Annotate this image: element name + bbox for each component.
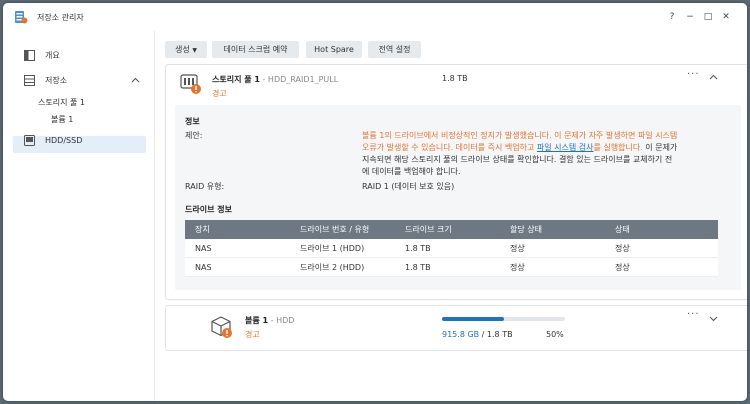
storage-manager-app-icon xyxy=(15,11,28,24)
table-row[interactable]: NAS 드라이브 1 (HDD) 1.8 TB 정상 정상 xyxy=(185,239,718,258)
suggestion-line-2b: 를 실행합니다. xyxy=(593,143,643,152)
window-title: 저장소 관리자 xyxy=(37,13,84,22)
volume-usage-bar xyxy=(442,317,565,321)
overview-icon xyxy=(24,50,35,61)
help-icon[interactable]: ? xyxy=(666,11,678,23)
name-separator: - xyxy=(259,75,268,84)
storage-manager-window: 저장소 관리자 ? − □ ✕ 개요 저장소 스토리지 풀 1 볼륨 1 HDD… xyxy=(3,3,747,401)
volume-type: HDD xyxy=(276,316,295,325)
main-content: 생성 ▼ 데이터 스크럽 예약 Hot Spare 전역 설정 스토리지 풀 1… xyxy=(155,31,747,401)
cell-device: NAS xyxy=(185,239,290,258)
storage-pool-header[interactable]: 스토리지 풀 1 - HDD_RAID1_PULL 경고 1.8 TB ··· xyxy=(166,65,747,101)
volume-status: 경고 xyxy=(245,330,260,339)
column-header-device[interactable]: 장치 xyxy=(185,220,290,239)
chevron-down-icon[interactable] xyxy=(709,314,718,323)
cell-device: NAS xyxy=(185,257,290,277)
sidebar-item-volume[interactable]: 볼륨 1 xyxy=(51,111,141,128)
volume-name: 볼륨 1 xyxy=(245,316,269,325)
storage-icon xyxy=(24,75,35,86)
more-options-icon[interactable]: ··· xyxy=(687,309,700,320)
storage-pool-status: 경고 xyxy=(212,89,227,98)
name-separator: - xyxy=(268,316,277,325)
maximize-icon[interactable]: □ xyxy=(702,11,714,23)
create-button[interactable]: 생성 ▼ xyxy=(165,41,207,58)
caret-down-icon: ▼ xyxy=(192,47,197,54)
suggestion-line-2c: 이 문제가 xyxy=(642,143,678,152)
sidebar-item-storage-pool[interactable]: 스토리지 풀 1 xyxy=(38,94,138,111)
suggestion-line-4: 에 데이터를 백업해야 합니다. xyxy=(362,167,461,176)
chevron-up-icon[interactable] xyxy=(709,73,718,82)
suggestion-label: 제안: xyxy=(185,131,203,140)
storage-pool-raid-name: HDD_RAID1_PULL xyxy=(267,75,339,84)
drive-info-title: 드라이브 정보 xyxy=(185,205,232,214)
more-options-icon[interactable]: ··· xyxy=(687,69,700,80)
table-row[interactable]: NAS 드라이브 2 (HDD) 1.8 TB 정상 정상 xyxy=(185,257,718,277)
sidebar-item-label: 저장소 xyxy=(45,76,68,85)
data-scrub-schedule-button[interactable]: 데이터 스크럽 예약 xyxy=(212,41,299,58)
title-bar: 저장소 관리자 ? − □ ✕ xyxy=(3,3,747,31)
raid-type-value: RAID 1 (데이터 보호 있음) xyxy=(362,182,455,191)
suggestion-text: 볼륨 1의 드라이브에서 비정상적인 정지가 발생했습니다. 이 문제가 자주 … xyxy=(362,130,722,178)
file-system-check-link[interactable]: 파일 시스템 검사 xyxy=(537,143,594,152)
minimize-icon[interactable]: − xyxy=(684,11,696,23)
chevron-up-icon[interactable] xyxy=(131,76,140,85)
raid-type-label: RAID 유형: xyxy=(185,182,225,191)
hot-spare-button[interactable]: Hot Spare xyxy=(306,41,362,58)
suggestion-line-3: 지속되면 해당 스토리지 풀의 드라이브 상태를 확인합니다. 결함 있는 드라… xyxy=(362,155,673,164)
cell-allocation: 정상 xyxy=(500,239,605,258)
storage-pool-size: 1.8 TB xyxy=(442,74,468,83)
cell-drive: 드라이브 1 (HDD) xyxy=(290,239,395,258)
column-header-allocation[interactable]: 할당 상태 xyxy=(500,220,605,239)
cell-drive: 드라이브 2 (HDD) xyxy=(290,257,395,277)
column-header-drive-size[interactable]: 드라이브 크기 xyxy=(395,220,500,239)
cell-size: 1.8 TB xyxy=(395,257,500,277)
sidebar: 개요 저장소 스토리지 풀 1 볼륨 1 HDD/SSD xyxy=(3,31,155,401)
cell-status: 정상 xyxy=(605,239,718,258)
volume-card[interactable]: 볼륨 1 - HDD 경고 915.8 GB / 1.8 TB 50% ··· xyxy=(165,305,747,351)
volume-usage-fill xyxy=(442,317,504,321)
close-icon[interactable]: ✕ xyxy=(720,11,732,23)
sidebar-item-hdd-ssd[interactable]: HDD/SSD xyxy=(24,131,144,150)
info-section-title: 정보 xyxy=(185,117,200,126)
sidebar-item-overview[interactable]: 개요 xyxy=(24,46,144,65)
volume-total: / 1.8 TB xyxy=(479,330,513,339)
volume-warning-icon xyxy=(211,316,232,338)
suggestion-line-1: 볼륨 1의 드라이브에서 비정상적인 정지가 발생했습니다. 이 문제가 자주 … xyxy=(362,131,678,140)
storage-pool-name: 스토리지 풀 1 xyxy=(212,75,260,84)
volume-used: 915.8 GB xyxy=(442,330,480,339)
hdd-icon xyxy=(24,135,35,146)
column-header-status[interactable]: 상태 xyxy=(605,220,718,239)
global-settings-button[interactable]: 전역 설정 xyxy=(368,41,421,58)
storage-pool-warning-icon xyxy=(180,74,201,94)
cell-size: 1.8 TB xyxy=(395,239,500,258)
drive-info-table: 장치 드라이브 번호 / 유형 드라이브 크기 할당 상태 상태 NAS 드라이… xyxy=(185,220,718,277)
cell-status: 정상 xyxy=(605,257,718,277)
sidebar-item-storage[interactable]: 저장소 xyxy=(24,71,144,90)
create-button-label: 생성 xyxy=(175,45,190,54)
storage-pool-card: 스토리지 풀 1 - HDD_RAID1_PULL 경고 1.8 TB ··· … xyxy=(165,64,747,300)
storage-pool-details: 정보 제안: 볼륨 1의 드라이브에서 비정상적인 정지가 발생했습니다. 이 … xyxy=(175,105,741,290)
column-header-drive-number[interactable]: 드라이브 번호 / 유형 xyxy=(290,220,395,239)
sidebar-item-label: HDD/SSD xyxy=(45,136,83,145)
volume-usage-percent: 50% xyxy=(546,330,564,339)
cell-allocation: 정상 xyxy=(500,257,605,277)
sidebar-item-label: 개요 xyxy=(45,51,60,60)
table-header-row: 장치 드라이브 번호 / 유형 드라이브 크기 할당 상태 상태 xyxy=(185,220,718,239)
suggestion-line-2a: 오류가 발생할 수 있습니다. 데이터를 즉시 백업하고 xyxy=(362,143,537,152)
